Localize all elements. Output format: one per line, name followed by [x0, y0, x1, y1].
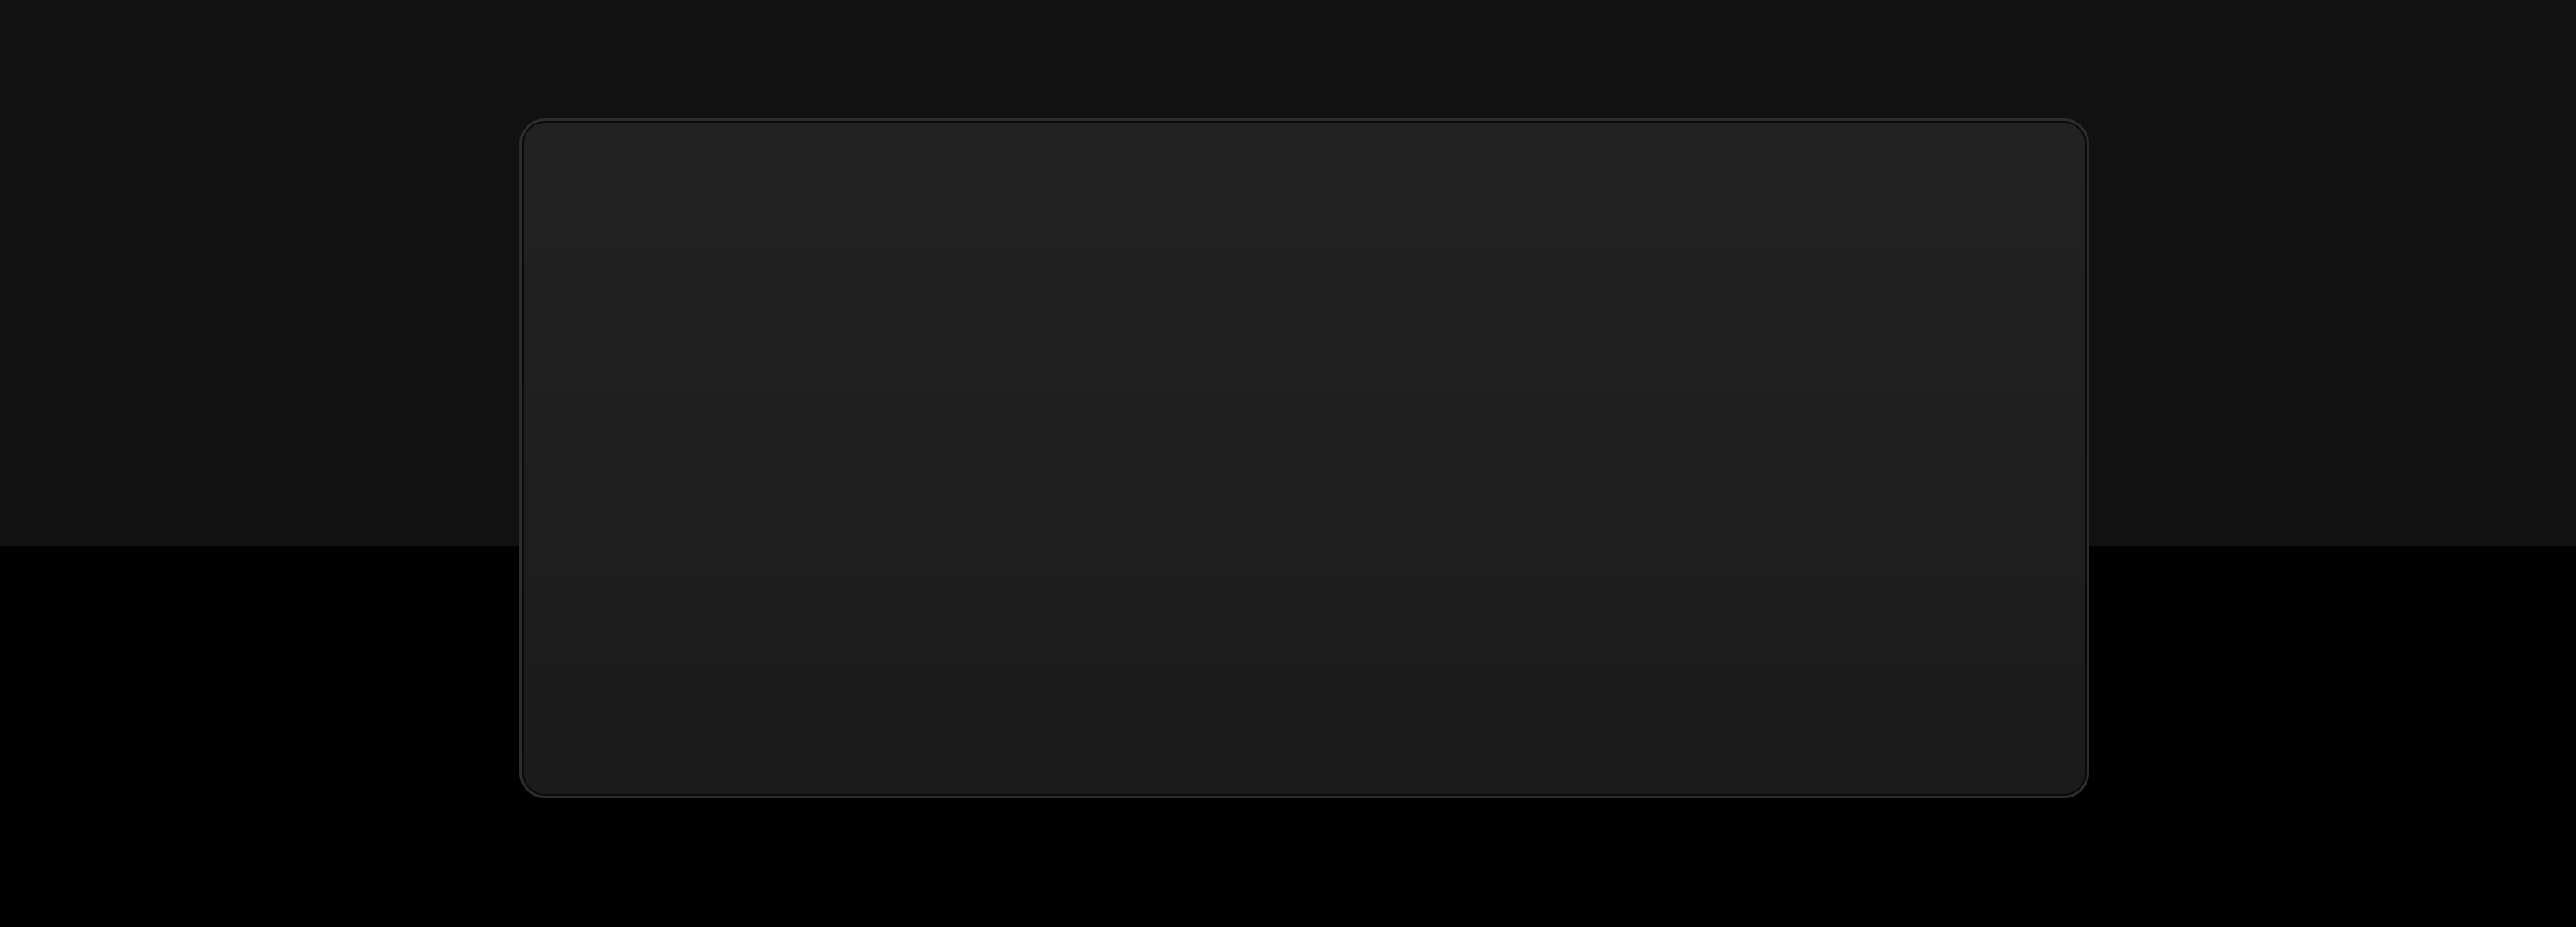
synth-panel	[519, 118, 2089, 798]
